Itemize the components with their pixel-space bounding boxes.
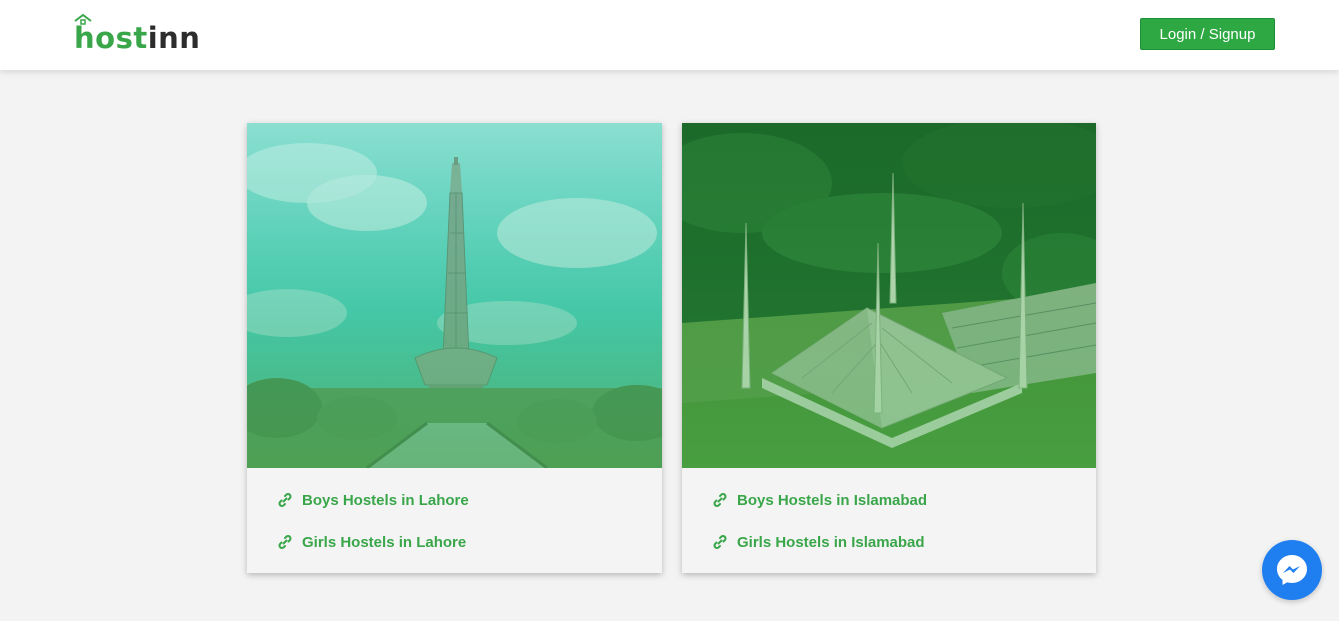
girls-hostels-islamabad-link[interactable]: Girls Hostels in Islamabad [712, 530, 925, 554]
logo-text: hostinn [74, 24, 200, 54]
link-icon [713, 535, 727, 549]
link-label: Boys Hostels in Lahore [302, 491, 469, 509]
messenger-icon [1277, 555, 1307, 585]
link-icon [713, 493, 727, 507]
city-card-lahore: Boys Hostels in Lahore Girls Hostels in … [247, 123, 662, 573]
lahore-links: Boys Hostels in Lahore Girls Hostels in … [247, 468, 662, 573]
islamabad-links: Boys Hostels in Islamabad Girls Hostels … [682, 468, 1096, 573]
login-signup-button[interactable]: Login / Signup [1140, 18, 1275, 50]
link-label: Boys Hostels in Islamabad [737, 491, 928, 509]
boys-hostels-islamabad-link[interactable]: Boys Hostels in Islamabad [712, 488, 927, 512]
girls-hostels-lahore-link[interactable]: Girls Hostels in Lahore [277, 530, 466, 554]
minar-e-pakistan-photo[interactable] [247, 123, 662, 468]
link-label: Girls Hostels in Islamabad [737, 533, 925, 551]
house-icon [74, 14, 92, 25]
hostinn-logo[interactable]: hostinn [74, 14, 204, 54]
logo-text-inn: inn [147, 21, 201, 55]
link-icon [278, 535, 292, 549]
link-label: Girls Hostels in Lahore [302, 533, 467, 551]
faisal-mosque-photo[interactable] [682, 123, 1096, 468]
top-navbar: hostinn Login / Signup [0, 0, 1339, 70]
boys-hostels-lahore-link[interactable]: Boys Hostels in Lahore [277, 488, 469, 512]
messenger-chat-button[interactable] [1262, 540, 1322, 600]
city-card-islamabad: Boys Hostels in Islamabad Girls Hostels … [682, 123, 1096, 573]
link-icon [278, 493, 292, 507]
